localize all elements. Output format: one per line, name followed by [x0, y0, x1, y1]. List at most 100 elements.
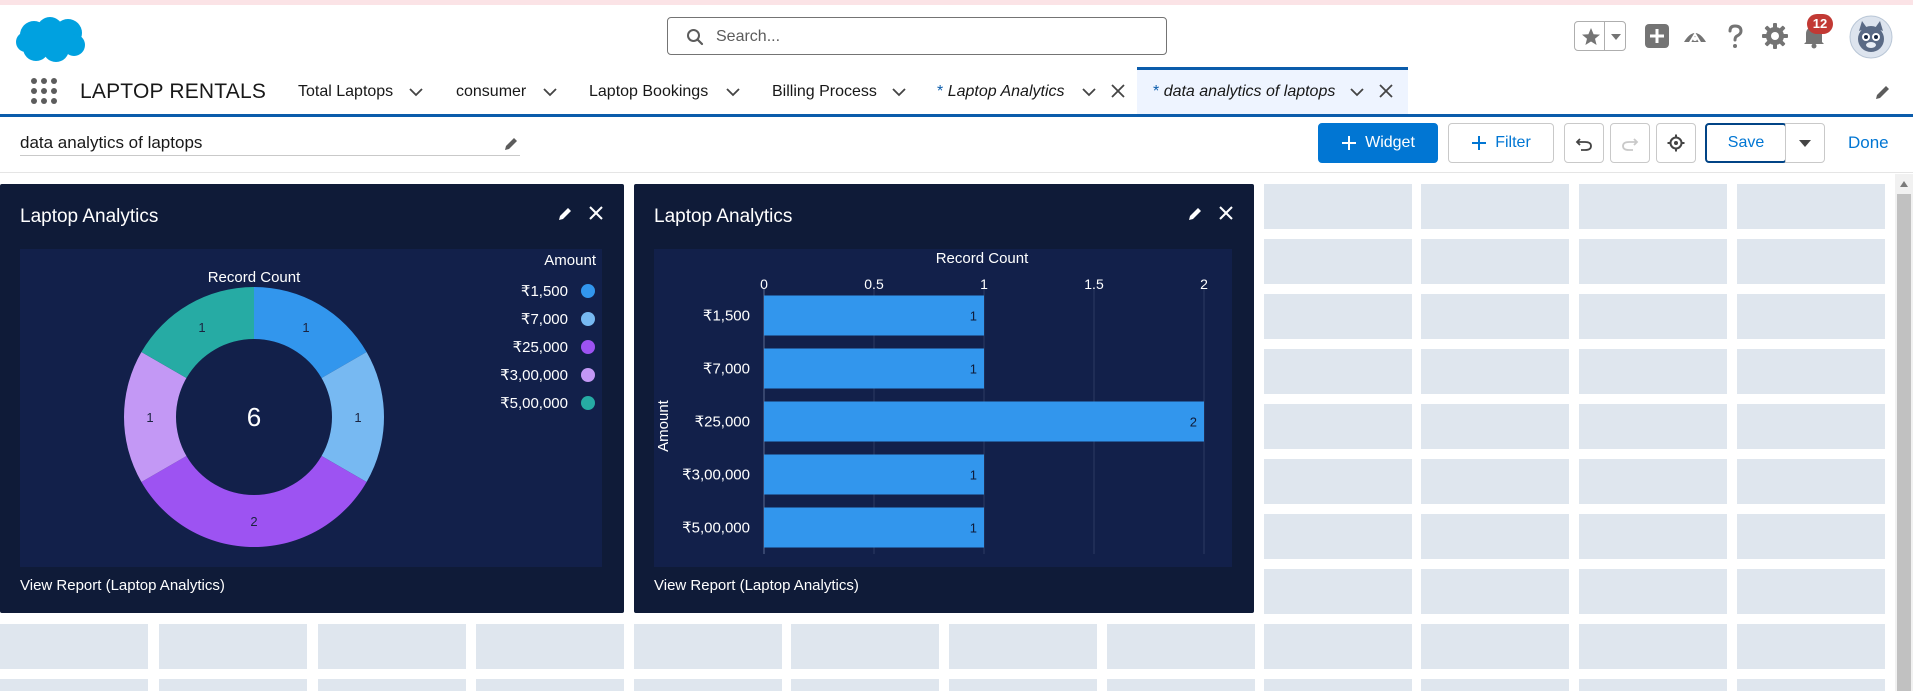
bar-data-label: 1 [970, 309, 977, 324]
salesforce-cloud-logo[interactable] [14, 15, 88, 65]
dashboard-title: data analytics of laptops [20, 133, 203, 152]
empty-grid-cell [1421, 239, 1569, 284]
save-options-dropdown[interactable] [1785, 123, 1825, 163]
edit-widget-pencil-icon[interactable] [558, 205, 574, 221]
setup-gear-icon[interactable] [1761, 22, 1789, 50]
tab-billing-process[interactable]: Billing Process [772, 67, 908, 114]
category-label: ₹7,000 [703, 361, 750, 378]
tab-laptop-analytics[interactable]: * Laptop Analytics [937, 67, 1129, 114]
dashboard-widget[interactable]: Laptop Analytics Record Count 1 1 2 1 1 6 Am… [0, 184, 624, 613]
empty-grid-cell [476, 624, 624, 669]
undo-button[interactable] [1564, 123, 1604, 163]
tab-total-laptops[interactable]: Total Laptops [298, 67, 430, 114]
chevron-down-icon[interactable] [408, 84, 424, 100]
chevron-down-icon[interactable] [1349, 84, 1365, 100]
tab-laptop-bookings[interactable]: Laptop Bookings [589, 67, 745, 114]
empty-grid-cell [1737, 184, 1885, 229]
y-axis-label: Amount [655, 399, 672, 452]
empty-grid-cell [1421, 184, 1569, 229]
bar-chart[interactable]: Record Count Amount 0 0.5 1 1.5 2 ₹1,500 ₹7,0… [654, 249, 1232, 567]
bar[interactable] [764, 401, 1204, 442]
x-tick-label: 2 [1200, 276, 1208, 292]
remove-widget-close-icon[interactable] [1218, 205, 1234, 221]
donut-chart[interactable]: Record Count 1 1 2 1 1 6 Amount ₹1,500 ₹7,000… [20, 249, 602, 567]
edit-nav-pencil-icon[interactable] [1874, 83, 1892, 101]
tab-data-analytics-of-laptops[interactable]: * data analytics of laptops [1137, 67, 1408, 114]
global-search-input[interactable]: Search... [667, 17, 1167, 55]
widget-button-label: Widget [1365, 134, 1415, 151]
chevron-down-icon[interactable] [1081, 84, 1097, 100]
bar[interactable] [764, 295, 984, 336]
empty-grid-cell [159, 679, 307, 691]
tab-label: data analytics of laptops [1163, 83, 1336, 100]
empty-grid-cell [1579, 624, 1727, 669]
empty-grid-cell [634, 679, 782, 691]
view-report-link[interactable]: View Report (Laptop Analytics) [20, 577, 225, 594]
scroll-up-arrow-icon[interactable] [1899, 180, 1909, 188]
empty-grid-cell [1421, 514, 1569, 559]
bar-data-label: 1 [970, 362, 977, 377]
empty-grid-cell [1421, 679, 1569, 691]
add-filter-button[interactable]: Filter [1448, 123, 1554, 163]
dashboard-properties-button[interactable] [1656, 123, 1696, 163]
favorites-button[interactable] [1574, 21, 1626, 51]
unsaved-marker: * [1153, 83, 1160, 100]
app-launcher-icon[interactable] [30, 77, 58, 105]
gear-icon [1667, 134, 1685, 152]
empty-grid-cell [1421, 349, 1569, 394]
add-widget-button[interactable]: Widget [1318, 123, 1438, 163]
slice-data-label: 2 [250, 514, 257, 529]
bar[interactable] [764, 507, 984, 548]
donut-slice[interactable] [141, 456, 367, 547]
close-tab-icon[interactable] [1377, 82, 1395, 100]
category-label: ₹3,00,000 [682, 467, 750, 484]
empty-grid-cell [1264, 514, 1412, 559]
scrollbar-thumb[interactable] [1897, 194, 1911, 691]
bar[interactable] [764, 348, 984, 389]
empty-grid-cell [1579, 349, 1727, 394]
slice-data-label: 1 [302, 320, 309, 335]
chart-title: Record Count [208, 269, 301, 286]
empty-grid-cell [1737, 404, 1885, 449]
app-navigation-bar: LAPTOP RENTALS Total Laptops consumer La… [0, 67, 1913, 117]
app-name: LAPTOP RENTALS [80, 80, 267, 103]
redo-button[interactable] [1610, 123, 1650, 163]
bar-data-label: 2 [1190, 415, 1197, 430]
save-button[interactable]: Save [1705, 123, 1787, 163]
x-tick-label: 1.5 [1084, 276, 1104, 292]
empty-grid-cell [476, 679, 624, 691]
legend-entry-label: ₹1,500 [521, 283, 568, 300]
empty-grid-cell [318, 624, 466, 669]
view-report-link[interactable]: View Report (Laptop Analytics) [654, 577, 859, 594]
bar[interactable] [764, 454, 984, 495]
done-button[interactable]: Done [1848, 133, 1889, 153]
legend-entry-label: ₹5,00,000 [500, 395, 568, 412]
empty-grid-cell [1421, 294, 1569, 339]
canvas-scrollbar[interactable] [1895, 174, 1913, 691]
chevron-down-icon[interactable] [891, 84, 907, 100]
chevron-down-icon[interactable] [542, 84, 558, 100]
legend-swatch [581, 396, 595, 410]
help-icon[interactable] [1721, 22, 1749, 50]
empty-grid-cell [1737, 624, 1885, 669]
close-tab-icon[interactable] [1109, 82, 1127, 100]
tab-label: Total Laptops [298, 83, 394, 100]
global-create-icon[interactable] [1643, 22, 1671, 50]
chevron-down-icon[interactable] [725, 84, 741, 100]
empty-grid-cell [1264, 679, 1412, 691]
tab-consumer[interactable]: consumer [456, 67, 560, 114]
edit-widget-pencil-icon[interactable] [1188, 205, 1204, 221]
slice-data-label: 1 [354, 410, 361, 425]
tab-label: consumer [456, 83, 527, 100]
edit-title-pencil-icon[interactable] [504, 135, 520, 151]
donut-center-total: 6 [247, 402, 261, 432]
user-avatar[interactable] [1849, 15, 1893, 59]
trailhead-icon[interactable] [1681, 22, 1709, 50]
dashboard-title-input[interactable]: data analytics of laptops [20, 130, 520, 156]
empty-grid-cell [1737, 349, 1885, 394]
remove-widget-close-icon[interactable] [588, 205, 604, 221]
empty-grid-cell [1737, 514, 1885, 559]
plus-icon [1472, 136, 1487, 150]
caret-down-icon[interactable] [1609, 28, 1623, 44]
dashboard-widget[interactable]: Laptop Analytics Record Count Amount 0 0.… [634, 184, 1254, 613]
